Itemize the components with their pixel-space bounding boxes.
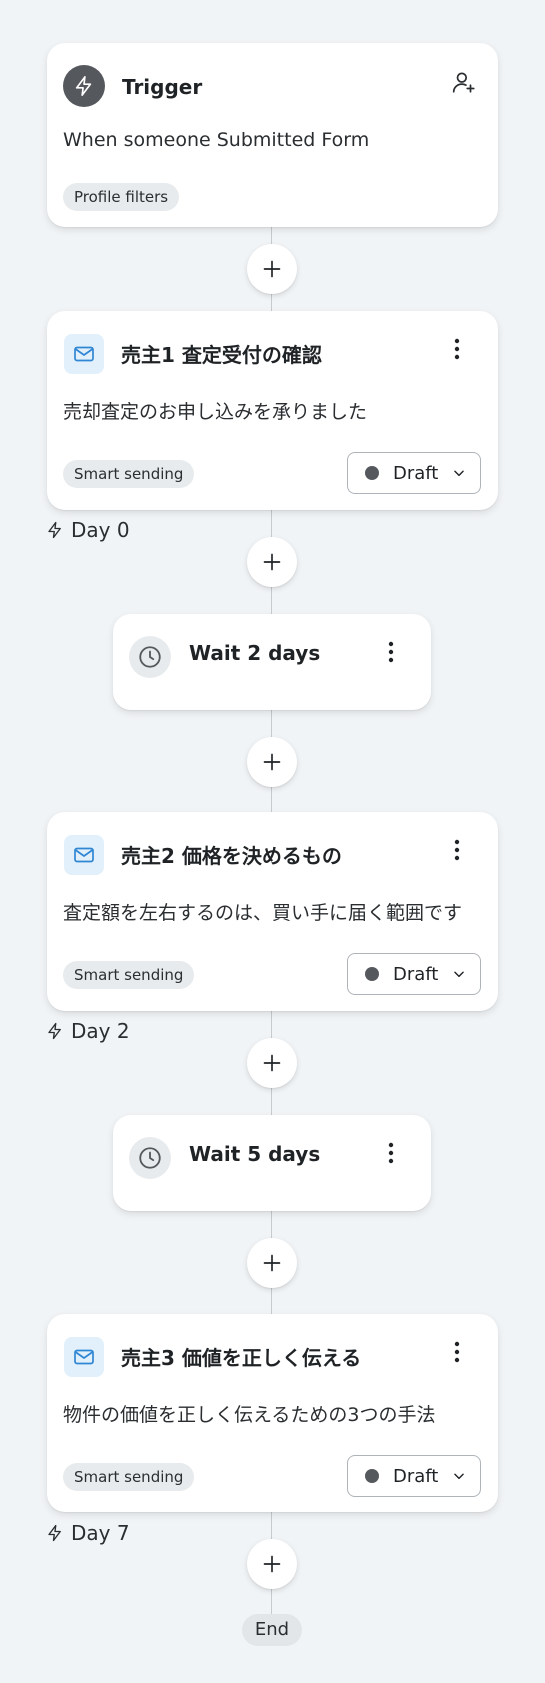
email-card-2[interactable]: 売主2 価格を決めるもの 査定額を左右するのは、買い手に届く範囲です Smart… [47, 812, 498, 1011]
more-vertical-icon[interactable] [374, 1136, 408, 1170]
add-user-icon[interactable] [447, 65, 481, 99]
add-step-button[interactable] [247, 737, 297, 787]
add-step-button[interactable] [247, 1038, 297, 1088]
plus-icon [263, 260, 281, 278]
status-label: Draft [393, 1465, 439, 1487]
plus-icon [263, 753, 281, 771]
status-dropdown[interactable]: Draft [347, 452, 481, 494]
end-badge: End [242, 1614, 302, 1646]
email-title: 売主2 価格を決めるもの [121, 844, 342, 868]
profile-filters-tag[interactable]: Profile filters [63, 183, 180, 211]
plus-icon [263, 1054, 281, 1072]
email-card-1[interactable]: 売主1 査定受付の確認 売却査定のお申し込みを承りました Smart sendi… [47, 311, 498, 510]
email-title: 売主1 査定受付の確認 [121, 343, 322, 367]
lightning-icon [48, 521, 61, 539]
day-label: Day 0 [46, 518, 130, 542]
clock-icon [129, 636, 171, 678]
status-dot [365, 1469, 379, 1483]
status-dot [365, 466, 379, 480]
add-step-button[interactable] [247, 244, 297, 294]
more-vertical-icon[interactable] [440, 833, 474, 867]
wait-label: Wait 5 days [189, 1142, 321, 1166]
day-label-text: Day 2 [71, 1019, 130, 1043]
clock-icon [129, 1137, 171, 1179]
more-vertical-icon[interactable] [440, 332, 474, 366]
smart-sending-tag: Smart sending [63, 1463, 195, 1491]
trigger-card[interactable]: Trigger When someone Submitted Form Prof… [47, 43, 498, 227]
email-subject: 物件の価値を正しく伝えるための3つの手法 [63, 1404, 436, 1426]
wait-label: Wait 2 days [189, 641, 321, 665]
more-vertical-icon[interactable] [374, 635, 408, 669]
add-step-button[interactable] [247, 1539, 297, 1589]
mail-icon [64, 1337, 104, 1377]
trigger-lightning-icon [63, 65, 105, 107]
status-dropdown[interactable]: Draft [347, 1455, 481, 1497]
chevron-down-icon [454, 971, 464, 978]
flow-canvas: Trigger When someone Submitted Form Prof… [0, 0, 545, 1683]
day-label: Day 2 [46, 1019, 130, 1043]
smart-sending-tag: Smart sending [63, 460, 195, 488]
add-step-button[interactable] [247, 1238, 297, 1288]
plus-icon [263, 1254, 281, 1272]
lightning-icon [48, 1524, 61, 1542]
status-label: Draft [393, 963, 439, 985]
mail-icon [64, 835, 104, 875]
wait-card-2[interactable]: Wait 5 days [113, 1115, 431, 1211]
plus-icon [263, 553, 281, 571]
chevron-down-icon [454, 470, 464, 477]
day-label: Day 7 [46, 1521, 130, 1545]
email-subject: 売却査定のお申し込みを承りました [63, 401, 368, 423]
day-label-text: Day 7 [71, 1521, 130, 1545]
email-subject: 査定額を左右するのは、買い手に届く範囲です [63, 902, 463, 924]
smart-sending-tag: Smart sending [63, 961, 195, 989]
email-title: 売主3 価値を正しく伝える [121, 1346, 362, 1370]
plus-icon [263, 1555, 281, 1573]
add-step-button[interactable] [247, 537, 297, 587]
wait-card-1[interactable]: Wait 2 days [113, 614, 431, 710]
status-dropdown[interactable]: Draft [347, 953, 481, 995]
lightning-icon [48, 1022, 61, 1040]
status-label: Draft [393, 462, 439, 484]
email-card-3[interactable]: 売主3 価値を正しく伝える 物件の価値を正しく伝えるための3つの手法 Smart… [47, 1314, 498, 1512]
status-dot [365, 967, 379, 981]
trigger-description: When someone Submitted Form [63, 129, 370, 151]
day-label-text: Day 0 [71, 518, 130, 542]
mail-icon [64, 334, 104, 374]
chevron-down-icon [454, 1473, 464, 1480]
more-vertical-icon[interactable] [440, 1335, 474, 1369]
trigger-title: Trigger [122, 75, 203, 99]
